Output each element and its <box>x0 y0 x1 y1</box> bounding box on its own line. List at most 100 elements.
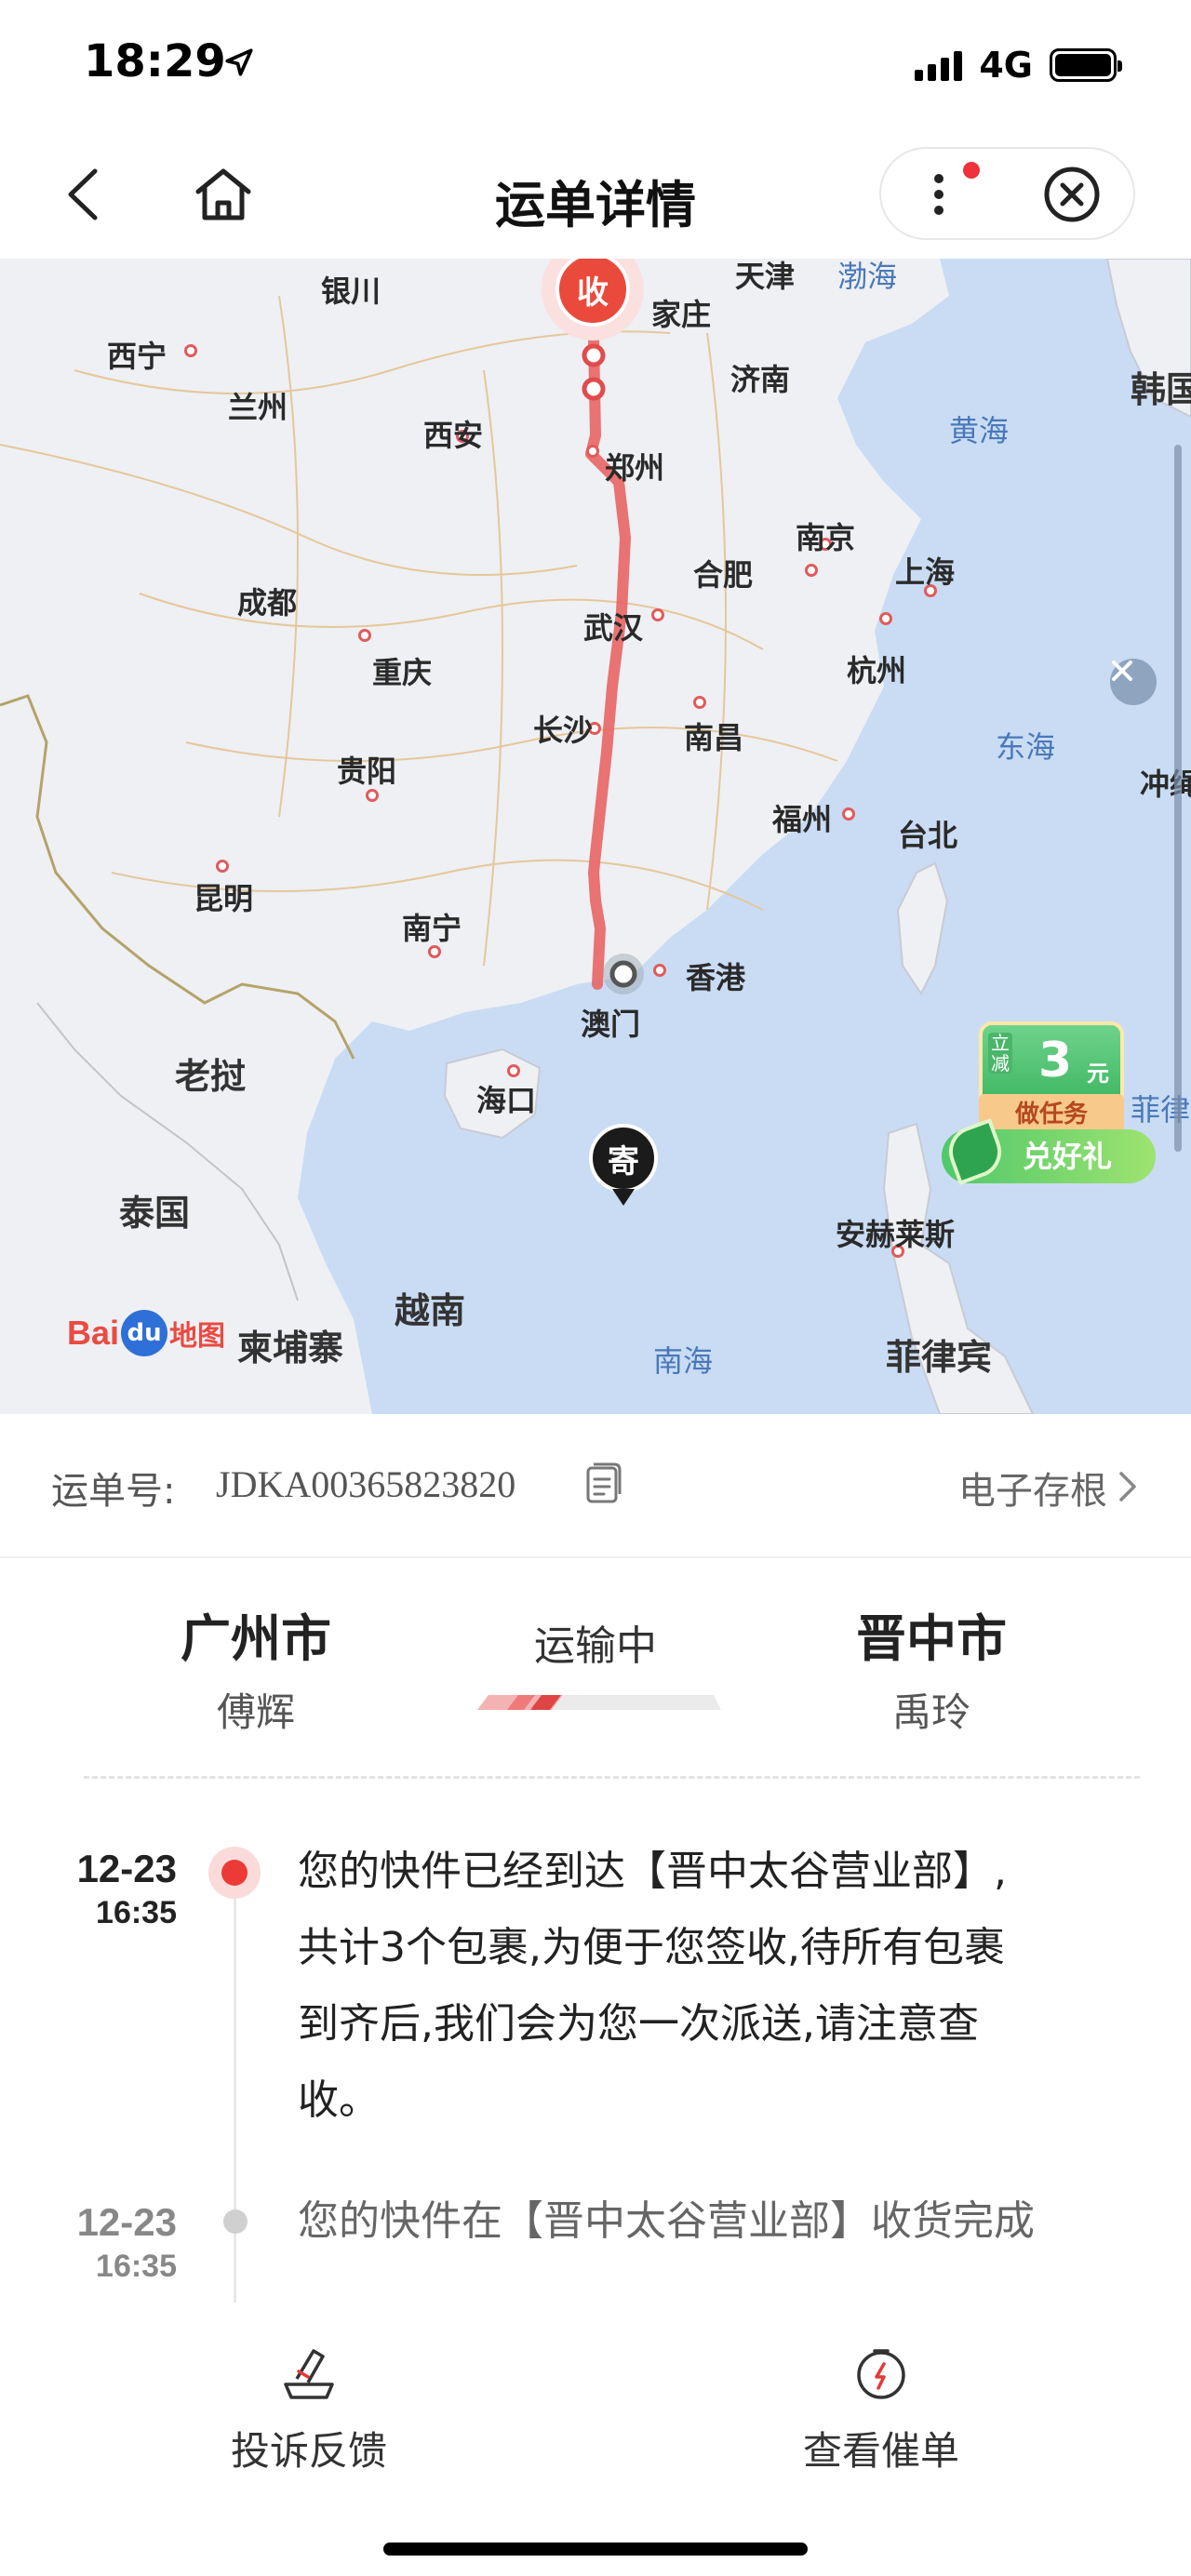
route-summary: 广州市 傅辉 运输中 晋中市 禹玲 <box>0 1560 1191 1779</box>
nav-bar: 运单详情 <box>0 130 1191 259</box>
map-city-label: 台北 <box>898 818 958 853</box>
map-city-label: 合肥 <box>693 557 754 593</box>
map-country-label: 老挝 <box>175 1056 247 1097</box>
promo-amount: 3 <box>1038 1033 1073 1088</box>
map-city-label: 天津 <box>735 259 796 294</box>
map-view[interactable]: 银川 天津 家庄 西宁 兰州 济南 西安 郑州 南京 合肥 上海 成都 武汉 杭… <box>0 259 1191 1414</box>
map-sea-label: 黄海 <box>949 413 1010 448</box>
map-city-label: 家庄 <box>651 297 712 332</box>
send-marker[interactable]: 寄 <box>589 1124 658 1208</box>
baidu-map-logo: Bai du 地图 <box>67 1310 225 1356</box>
map-close-button[interactable] <box>1110 659 1157 705</box>
map-city-label: 南京 <box>796 520 856 555</box>
map-city-label: 银川 <box>321 274 381 309</box>
promo-unit: 元 <box>1087 1061 1109 1087</box>
map-city-label: 南宁 <box>402 911 462 946</box>
map-city-label: 香港 <box>686 960 746 995</box>
timeline-date: 12-23 <box>76 2200 177 2244</box>
complaint-button[interactable]: 投诉反馈 <box>169 2340 448 2476</box>
city-dot <box>586 445 599 458</box>
map-city-label: 郑州 <box>605 450 665 486</box>
map-scrollbar <box>1174 445 1182 1152</box>
city-dot <box>651 608 664 621</box>
complaint-icon <box>284 2349 334 2399</box>
map-city-label: 济南 <box>730 362 791 397</box>
map-city-label: 兰州 <box>228 390 288 425</box>
city-dot <box>507 1064 520 1077</box>
waybill-label: 运单号: <box>51 1470 176 1513</box>
receive-marker-label: 收 <box>555 259 630 327</box>
battery-icon <box>1050 48 1122 82</box>
close-mini-program-icon[interactable] <box>1039 162 1104 227</box>
close-icon <box>1112 661 1132 681</box>
timeline-text: 您的快件在【晋中太谷营业部】收货完成 <box>298 2183 1135 2260</box>
logo-suffix: 地图 <box>169 1320 226 1353</box>
map-country-label: 菲律宾 <box>886 1337 993 1378</box>
logo-paw: du <box>121 1310 168 1356</box>
mini-program-capsule <box>879 147 1135 240</box>
timeline-dot <box>223 2209 248 2234</box>
timeline-text-line: 共计3个包裹,为便于您签收,待所有包裹 <box>298 1924 1005 1971</box>
status-time: 18:29 <box>84 35 226 87</box>
map-city-label: 武汉 <box>583 610 644 646</box>
map-country-label: 柬埔寨 <box>237 1328 344 1368</box>
copy-icon[interactable] <box>581 1461 623 1507</box>
chevron-right-icon <box>1119 1472 1136 1502</box>
map-sea-label: 东海 <box>996 729 1056 765</box>
promo-tag: 立减 <box>988 1033 1012 1074</box>
map-city-label: 贵阳 <box>337 754 397 789</box>
divider <box>84 1776 1140 1779</box>
city-dot <box>184 344 197 357</box>
city-dot <box>879 612 892 625</box>
origin-city: 广州市 <box>181 1609 331 1668</box>
map-city-label: 杭州 <box>847 653 907 688</box>
map-city-label: 长沙 <box>533 713 594 748</box>
map-city-label: 冲绳 <box>1140 767 1191 802</box>
map-city-label: 重庆 <box>372 655 433 690</box>
timeline-text-line: 到齐后,我们会为您一次派送,请注意查 <box>298 2000 979 2048</box>
signal-icon <box>915 49 963 81</box>
timeline-time: 16:35 <box>96 1895 177 1930</box>
map-sea-label: 渤海 <box>837 259 898 294</box>
city-dot <box>216 860 229 873</box>
shipping-status: 运输中 <box>534 1622 657 1670</box>
promo-badge[interactable]: 立减 3 元 做任务 兑好礼 <box>942 1021 1165 1189</box>
sender-name: 傅辉 <box>216 1689 295 1735</box>
map-city-label: 成都 <box>237 585 298 621</box>
map-city-label: 南昌 <box>684 720 744 755</box>
urge-clock-icon <box>857 2349 905 2399</box>
complaint-label: 投诉反馈 <box>230 2428 387 2474</box>
city-dot <box>842 808 855 821</box>
home-indicator[interactable] <box>383 2543 808 2556</box>
waybill-row: 运单号: JDKA00365823820 电子存根 <box>0 1414 1191 1558</box>
timeline-text: 您的快件已经到达【晋中太谷营业部】, 共计3个包裹,为便于您签收,待所有包裹 到… <box>298 1834 1135 2139</box>
notification-dot <box>963 162 980 179</box>
map-city-label: 澳门 <box>581 1007 641 1042</box>
status-indicators: 4G <box>915 45 1122 86</box>
city-dot <box>693 696 706 709</box>
map-city-label: 福州 <box>772 802 833 837</box>
city-dot <box>358 629 371 642</box>
map-sea-label: 南海 <box>653 1343 714 1379</box>
bottom-action-bar: 投诉反馈 查看催单 <box>0 2302 1191 2576</box>
status-bar: 18:29 4G <box>0 0 1191 130</box>
map-city-label: 上海 <box>895 554 956 590</box>
timeline-text-line: 您的快件已经到达【晋中太谷营业部】, <box>298 1848 1007 1895</box>
waybill-number: JDKA00365823820 <box>216 1463 516 1505</box>
map-country-label: 韩国 <box>1131 369 1191 410</box>
timeline-text-line: 收。 <box>298 2076 380 2124</box>
urge-order-button[interactable]: 查看催单 <box>742 2340 1021 2476</box>
map-country-label: 泰国 <box>119 1193 191 1234</box>
recipient-name: 禹玲 <box>891 1689 970 1735</box>
timeline-date: 12-23 <box>76 1847 177 1890</box>
tracking-timeline[interactable]: 12-23 16:35 您的快件已经到达【晋中太谷营业部】, 共计3个包裹,为便… <box>0 1782 1191 2302</box>
city-dot <box>366 789 379 802</box>
e-receipt-link[interactable]: 电子存根 <box>958 1461 1107 1515</box>
map-city-label: 西安 <box>423 418 484 453</box>
map-base <box>0 259 1191 1414</box>
map-city-label: 昆明 <box>194 881 254 916</box>
location-arrow-icon <box>225 48 253 76</box>
map-city-label: 海口 <box>476 1083 537 1118</box>
city-dot <box>805 564 818 577</box>
timeline-dot-active <box>208 1847 261 1899</box>
